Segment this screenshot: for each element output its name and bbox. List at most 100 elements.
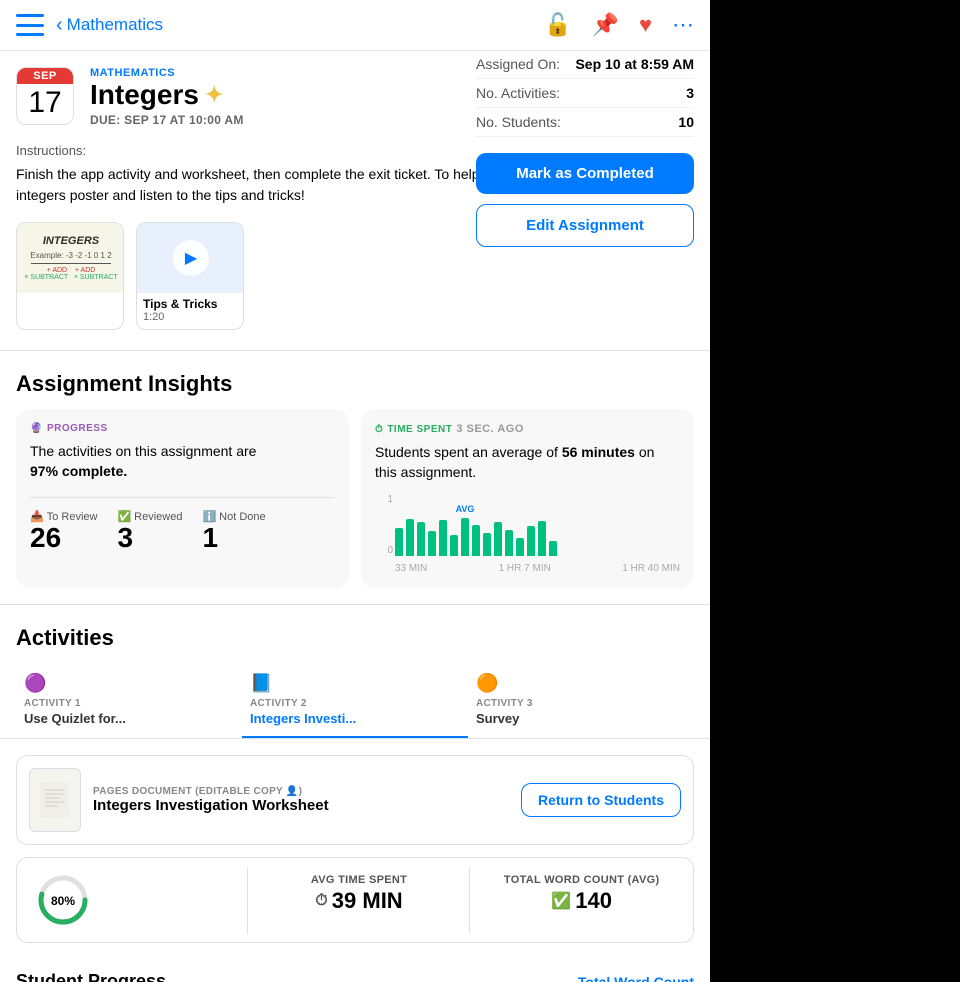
time-ago: 3 sec. ago bbox=[456, 423, 524, 435]
back-button[interactable]: ‹ Mathematics bbox=[56, 15, 163, 35]
calendar-month: SEP bbox=[17, 68, 73, 84]
bar-13 bbox=[527, 526, 535, 556]
activities-value: 3 bbox=[686, 85, 694, 101]
word-count-cell: TOTAL WORD COUNT (AVG) ✅ 140 bbox=[470, 858, 693, 942]
clock-icon: ⏱ bbox=[375, 424, 383, 435]
bar-12 bbox=[516, 538, 524, 557]
students-row: No. Students: 10 bbox=[476, 108, 694, 137]
activity-1-icon: 🟣 bbox=[24, 673, 234, 694]
progress-ring-cell: 80% bbox=[17, 858, 248, 942]
insights-section-title: Assignment Insights bbox=[0, 351, 710, 409]
activities-label: No. Activities: bbox=[476, 85, 560, 101]
assigned-on-row: Assigned On: Sep 10 at 8:59 AM bbox=[476, 50, 694, 79]
x-label-2: 1 HR 7 MIN bbox=[499, 563, 551, 574]
bar-11 bbox=[505, 530, 513, 556]
progress-card: 🔮 PROGRESS The activities on this assign… bbox=[16, 409, 349, 588]
attachment-tips-tricks[interactable]: ▶ Tips & Tricks 1:20 bbox=[136, 222, 244, 330]
bar-14 bbox=[538, 521, 546, 556]
attachment-name: Tips & Tricks bbox=[137, 293, 243, 311]
chart-y-axis: 1 0 bbox=[375, 494, 393, 556]
student-progress-header: Student Progress Total Word Count bbox=[0, 955, 710, 982]
stat-to-review: 📥 To Review 26 bbox=[30, 510, 97, 554]
total-word-count-button[interactable]: Total Word Count bbox=[578, 974, 694, 982]
not-done-value: 1 bbox=[202, 523, 265, 554]
activity-3-icon: 🟠 bbox=[476, 673, 686, 694]
avg-time-cell: AVG TIME SPENT ⏱ 39 MIN bbox=[248, 858, 471, 942]
bar-4 bbox=[428, 531, 436, 556]
time-bar-chart: 1 0 AVG bbox=[375, 494, 680, 574]
progress-tag: 🔮 PROGRESS bbox=[30, 423, 335, 434]
bar-2 bbox=[406, 519, 414, 556]
progress-bold: 97% complete. bbox=[30, 463, 127, 479]
bar-9 bbox=[483, 533, 491, 557]
activity-2-icon: 📘 bbox=[250, 673, 460, 694]
play-button-icon: ▶ bbox=[173, 240, 209, 276]
tab-activity-1[interactable]: 🟣 ACTIVITY 1 Use Quizlet for... bbox=[16, 663, 242, 738]
bar-8 bbox=[472, 525, 480, 556]
avg-time-number: 39 MIN bbox=[332, 888, 403, 914]
svg-text:80%: 80% bbox=[51, 894, 75, 908]
x-label-1: 33 MIN bbox=[395, 563, 427, 574]
activities-section-title: Activities bbox=[0, 605, 710, 663]
progress-tag-label: PROGRESS bbox=[47, 423, 108, 434]
attachment-integers-poster[interactable]: INTEGERS Example: -3 -2 -1 0 1 2 + ADD +… bbox=[16, 222, 124, 330]
bar-15 bbox=[549, 541, 557, 557]
activities-row: No. Activities: 3 bbox=[476, 79, 694, 108]
student-progress-title: Student Progress bbox=[16, 971, 166, 982]
integers-image: INTEGERS Example: -3 -2 -1 0 1 2 + ADD +… bbox=[20, 231, 121, 286]
tab-activity-3[interactable]: 🟠 ACTIVITY 3 Survey bbox=[468, 663, 694, 738]
document-info: PAGES DOCUMENT (EDITABLE COPY 👤) Integer… bbox=[93, 786, 509, 814]
progress-ring: 80% bbox=[37, 874, 89, 926]
avg-time-label: AVG TIME SPENT bbox=[264, 874, 455, 886]
sidebar-toggle[interactable] bbox=[16, 14, 44, 36]
document-type: PAGES DOCUMENT (EDITABLE COPY 👤) bbox=[93, 786, 509, 797]
return-to-students-button[interactable]: Return to Students bbox=[521, 783, 681, 817]
progress-text: The activities on this assignment are 97… bbox=[30, 442, 335, 481]
attachment-duration: 1:20 bbox=[137, 311, 243, 329]
sparkle-icon: ✦ bbox=[205, 82, 223, 108]
right-meta-panel: Assigned On: Sep 10 at 8:59 AM No. Activ… bbox=[460, 0, 710, 247]
not-done-text: Not Done bbox=[219, 511, 265, 523]
edit-assignment-button[interactable]: Edit Assignment bbox=[476, 204, 694, 247]
to-review-text: To Review bbox=[47, 511, 98, 523]
time-stats-icon: ⏱ bbox=[315, 892, 327, 910]
back-chevron-icon: ‹ bbox=[56, 15, 63, 35]
word-count-icon: ✅ bbox=[551, 891, 571, 911]
time-tag: ⏱ TIME SPENT 3 sec. ago bbox=[375, 423, 680, 435]
word-count-label: TOTAL WORD COUNT (AVG) bbox=[486, 874, 677, 886]
video-thumb: ▶ bbox=[137, 223, 244, 293]
tab-activity-2[interactable]: 📘 ACTIVITY 2 Integers Investi... bbox=[242, 663, 468, 738]
reviewed-text: Reviewed bbox=[134, 511, 182, 523]
activity-3-label: ACTIVITY 3 bbox=[476, 698, 686, 709]
word-count-value: ✅ 140 bbox=[486, 888, 677, 914]
word-count-number: 140 bbox=[575, 888, 612, 914]
document-thumbnail bbox=[29, 768, 81, 832]
avg-time-value: ⏱ 39 MIN bbox=[264, 888, 455, 914]
avg-marker: AVG bbox=[456, 504, 475, 514]
time-spent-card: ⏱ TIME SPENT 3 sec. ago Students spent a… bbox=[361, 409, 694, 588]
time-text: Students spent an average of 56 minutes … bbox=[375, 443, 680, 482]
stats-row: 80% AVG TIME SPENT ⏱ 39 MIN TOTAL WORD C… bbox=[16, 857, 694, 943]
assigned-on-label: Assigned On: bbox=[476, 56, 560, 72]
assigned-on-value: Sep 10 at 8:59 AM bbox=[575, 56, 694, 72]
chart-x-labels: 33 MIN 1 HR 7 MIN 1 HR 40 MIN bbox=[395, 563, 680, 574]
insights-grid: 🔮 PROGRESS The activities on this assign… bbox=[0, 409, 710, 604]
activity-2-label: ACTIVITY 2 bbox=[250, 698, 460, 709]
mark-completed-button[interactable]: Mark as Completed bbox=[476, 153, 694, 194]
activities-tabs: 🟣 ACTIVITY 1 Use Quizlet for... 📘 ACTIVI… bbox=[0, 663, 710, 739]
activity-2-name: Integers Investi... bbox=[250, 711, 460, 726]
back-label: Mathematics bbox=[67, 15, 163, 35]
calendar-day: 17 bbox=[17, 84, 73, 124]
title-text: Integers bbox=[90, 79, 199, 111]
progress-stats: 📥 To Review 26 ✅ Reviewed 3 ℹ️ Not Done bbox=[30, 497, 335, 554]
bar-6 bbox=[450, 535, 458, 557]
stat-reviewed: ✅ Reviewed 3 bbox=[117, 510, 182, 554]
x-label-3: 1 HR 40 MIN bbox=[622, 563, 680, 574]
bar-avg: AVG bbox=[461, 518, 469, 556]
stat-not-done: ℹ️ Not Done 1 bbox=[202, 510, 265, 554]
students-value: 10 bbox=[678, 114, 694, 130]
to-review-value: 26 bbox=[30, 523, 97, 554]
bar-5 bbox=[439, 520, 447, 556]
activity-1-label: ACTIVITY 1 bbox=[24, 698, 234, 709]
calendar-badge: SEP 17 bbox=[16, 67, 74, 125]
